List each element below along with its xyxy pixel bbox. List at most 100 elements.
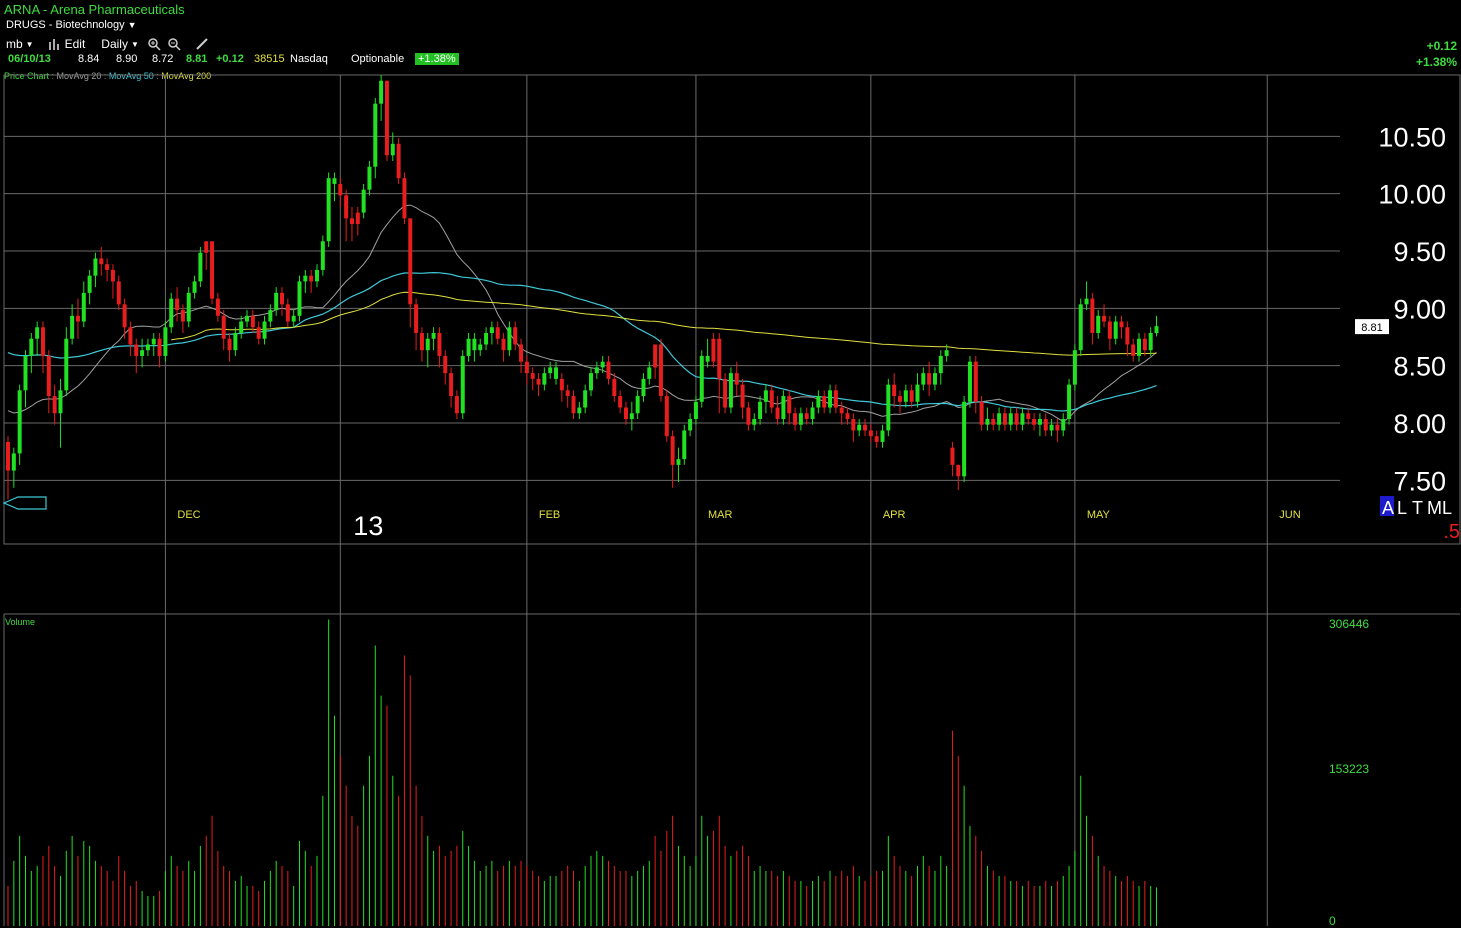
candle-body — [594, 367, 599, 374]
candle-body — [693, 401, 698, 419]
candle-body — [839, 407, 844, 414]
ma50-line — [7, 271, 1157, 412]
candle-body — [921, 373, 926, 385]
candle-body — [857, 424, 862, 431]
chart-grid — [3, 74, 1461, 926]
price-tick-label: 7.50 — [1393, 466, 1446, 496]
candle-body — [1026, 413, 1031, 419]
volume-tick-label: 153223 — [1329, 762, 1369, 776]
candle-body — [75, 315, 80, 322]
volume-label: Volume — [5, 617, 35, 627]
candle-body — [501, 338, 506, 351]
candle-body — [58, 390, 63, 414]
candle-body — [909, 390, 914, 402]
period-button[interactable]: A — [1382, 498, 1394, 518]
candle-body — [600, 361, 605, 368]
candle-body — [431, 333, 436, 339]
candle-body — [647, 367, 652, 379]
candle-body — [355, 212, 360, 225]
candle-body — [682, 430, 687, 460]
candle-body — [513, 327, 518, 345]
candle-body — [1154, 326, 1159, 333]
candle-body — [396, 143, 401, 179]
candle-body — [979, 401, 984, 425]
candle-body — [1067, 384, 1072, 419]
candle-body — [536, 378, 541, 385]
candle-body — [192, 281, 197, 293]
candle-body — [828, 390, 833, 408]
candle-body — [618, 396, 623, 408]
candle-body — [746, 407, 751, 425]
candle-body — [390, 143, 395, 156]
candles — [6, 75, 1159, 500]
candle-body — [658, 344, 663, 397]
volume-tick-label: 306446 — [1329, 617, 1369, 631]
period-button[interactable]: L — [1397, 498, 1407, 518]
axis-labels: 10.50 10.00 9.50 9.00 8.50 8.00 7.50 DEC FEB MAR A… — [2, 122, 1460, 928]
candle-body — [938, 355, 943, 374]
candle-body — [822, 396, 827, 408]
candle-body — [956, 464, 961, 477]
candle-body — [81, 292, 86, 322]
candle-body — [198, 252, 203, 282]
year-label: 13 — [353, 511, 383, 541]
candle-body — [379, 80, 384, 104]
candle-body — [489, 327, 494, 333]
candle-body — [1142, 338, 1147, 351]
candle-body — [676, 459, 681, 465]
candle-body — [734, 373, 739, 385]
period-button[interactable]: T — [1412, 498, 1423, 518]
period-button[interactable]: M — [1427, 498, 1442, 518]
candle-body — [303, 275, 308, 282]
candle-body — [221, 315, 226, 339]
candle-body — [110, 269, 115, 282]
candle-body — [478, 344, 483, 351]
candle-body — [530, 373, 535, 379]
candle-body — [571, 396, 576, 414]
candle-body — [892, 384, 897, 397]
candle-body — [93, 258, 98, 276]
candle-body — [1107, 321, 1112, 339]
candle-body — [997, 413, 1002, 425]
price-tick-label: 10.00 — [1378, 180, 1446, 210]
candle-body — [128, 327, 133, 345]
candle-body — [274, 292, 279, 311]
price-tick-label: 9.00 — [1393, 294, 1446, 324]
candle-body — [46, 355, 51, 397]
month-label: MAY — [1087, 509, 1111, 521]
candle-body — [845, 413, 850, 419]
price-tick-label: 9.50 — [1393, 237, 1446, 267]
candle-body — [105, 264, 110, 270]
candle-body — [1014, 413, 1019, 425]
candle-body — [1072, 350, 1077, 385]
candle-body — [699, 355, 704, 402]
candle-body — [175, 298, 180, 311]
candle-body — [623, 407, 628, 419]
candle-body — [297, 281, 302, 316]
candle-body — [851, 419, 856, 431]
moving-averages — [7, 204, 1157, 423]
period-button[interactable]: L — [1442, 498, 1452, 518]
candle-body — [425, 338, 430, 351]
candle-body — [874, 436, 879, 442]
candle-body — [1037, 419, 1042, 425]
candle-body — [612, 378, 617, 397]
candle-body — [787, 396, 792, 414]
candle-body — [711, 338, 716, 362]
candle-body — [810, 407, 815, 419]
candle-body — [781, 396, 786, 419]
candle-body — [204, 241, 209, 253]
price-pane-border — [3, 74, 1461, 545]
candle-body — [1002, 413, 1007, 425]
price-chart[interactable]: 10.50 10.00 9.50 9.00 8.50 8.00 7.50 DEC FEB MAR A… — [0, 0, 1461, 928]
candle-body — [641, 378, 646, 397]
candle-body — [268, 310, 273, 322]
candle-body — [87, 275, 92, 293]
candle-body — [384, 80, 389, 156]
candle-body — [1137, 338, 1142, 356]
candle-body — [1084, 298, 1089, 305]
candle-body — [880, 430, 885, 442]
candle-body — [728, 373, 733, 408]
candle-body — [589, 373, 593, 391]
candle-body — [367, 166, 372, 190]
